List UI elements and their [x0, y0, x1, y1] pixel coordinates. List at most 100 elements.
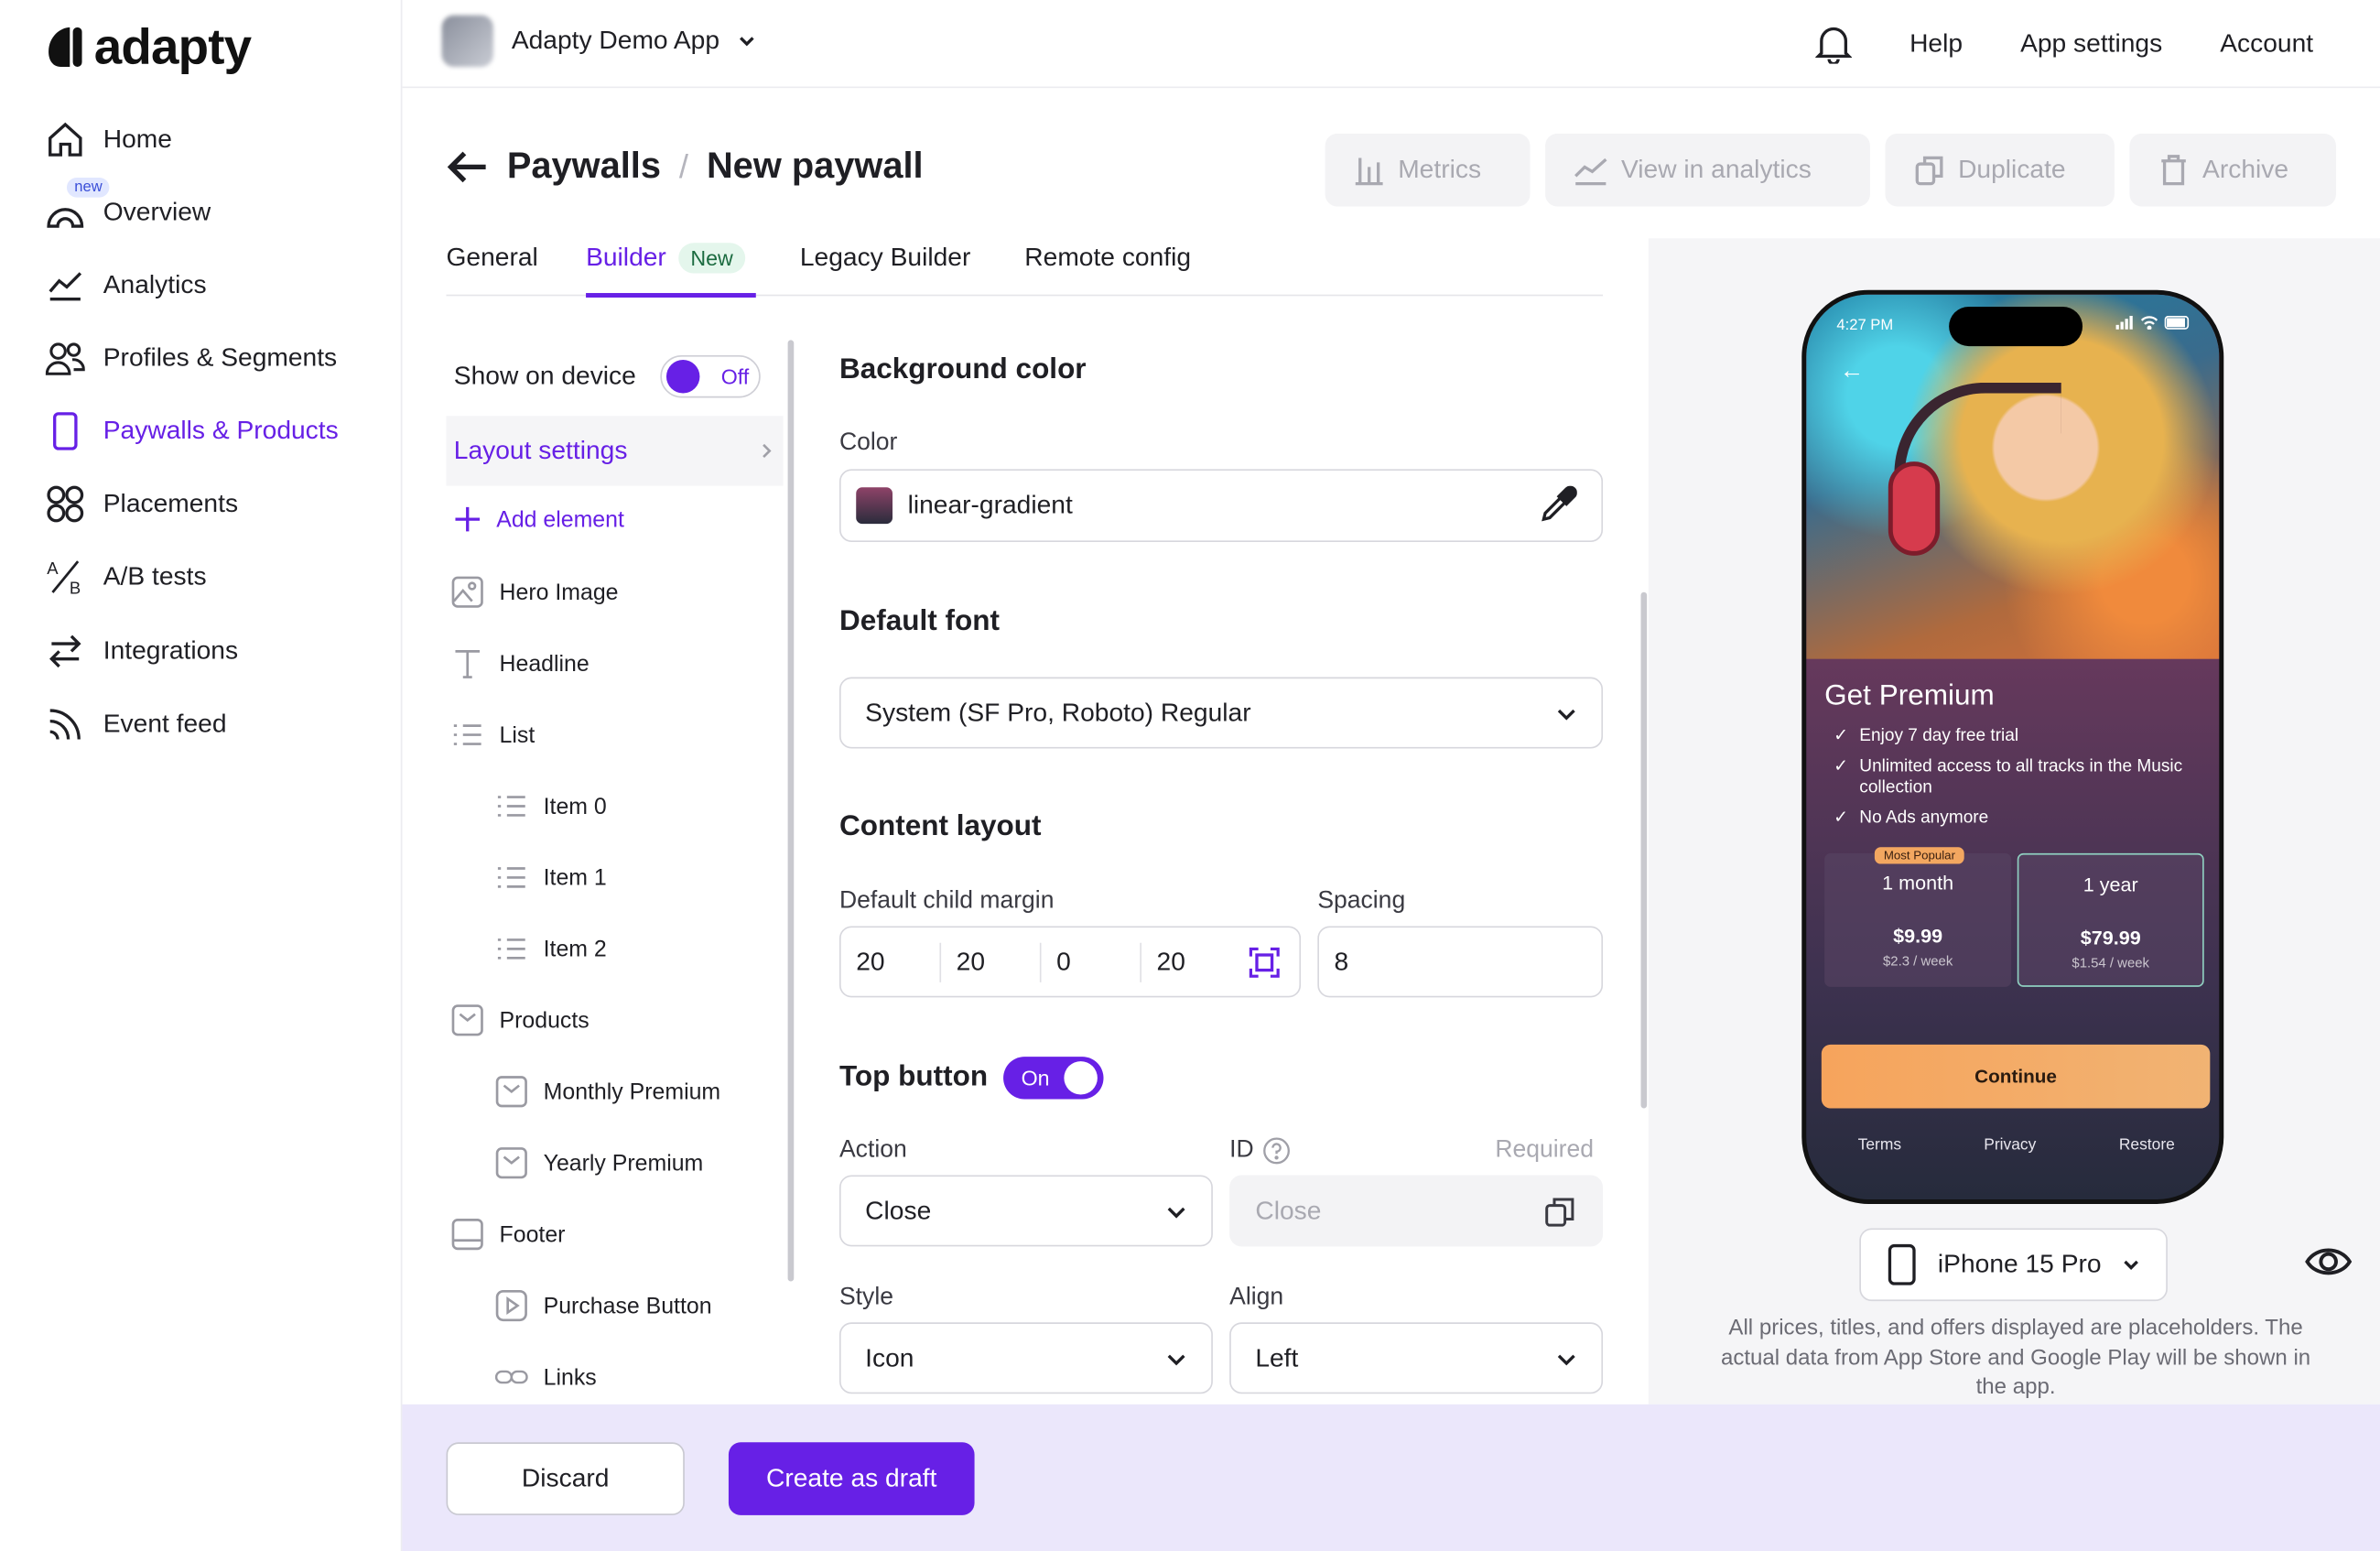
page-title: New paywall [706, 146, 924, 187]
product-price: $9.99 [1893, 924, 1943, 948]
margin-top-input[interactable]: 20 [841, 927, 884, 997]
id-label-row: ID [1229, 1137, 1290, 1165]
sidebar-item-label: Home [103, 124, 172, 154]
settings-scrollbar[interactable] [1640, 591, 1648, 1109]
sidebar-item-placements[interactable]: Placements [46, 473, 238, 534]
device-select[interactable]: iPhone 15 Pro [1859, 1228, 2168, 1302]
preview-back-icon[interactable]: ← [1840, 358, 1865, 385]
margin-left-input[interactable]: 20 [1141, 927, 1185, 997]
tree-item-hero-image[interactable]: Hero Image [450, 575, 619, 608]
tree-item-label: Footer [499, 1221, 566, 1248]
top-links: Help App settings Account [1815, 0, 2313, 88]
sidebar-item-label: Paywalls & Products [103, 416, 339, 445]
add-element-button[interactable]: Add element [454, 505, 624, 533]
view-in-analytics-button[interactable]: View in analytics [1545, 133, 1870, 207]
add-element-label: Add element [496, 506, 624, 533]
style-label: Style [838, 1284, 893, 1311]
sidebar-item-paywalls[interactable]: Paywalls & Products [46, 401, 339, 461]
tree-item-monthly-premium[interactable]: Monthly Premium [495, 1075, 720, 1108]
tree-item-list[interactable]: List [450, 718, 535, 751]
create-as-draft-button[interactable]: Create as draft [728, 1442, 975, 1515]
products-icon [450, 1003, 483, 1036]
tree-item-purchase-button[interactable]: Purchase Button [495, 1289, 712, 1322]
sidebar-item-analytics[interactable]: Analytics [46, 255, 207, 316]
breadcrumb-root[interactable]: Paywalls [507, 146, 661, 188]
footer-icon [450, 1218, 483, 1251]
phone-icon [46, 411, 85, 450]
sidebar-item-event-feed[interactable]: Event feed [46, 694, 227, 754]
tab-remote-config[interactable]: Remote config [1024, 243, 1191, 273]
show-on-device-toggle[interactable]: Off [660, 355, 761, 398]
tree-item-headline[interactable]: Headline [450, 646, 590, 679]
sidebar-item-ab-tests[interactable]: AB A/B tests [46, 547, 206, 607]
bell-icon[interactable] [1815, 25, 1853, 64]
app-selector[interactable]: Adapty Demo App [441, 15, 756, 67]
layout-settings-item[interactable]: Layout settings [446, 416, 784, 486]
tree-item-links[interactable]: Links [494, 1361, 597, 1394]
metrics-button[interactable]: Metrics [1325, 133, 1531, 207]
spacing-input[interactable]: 8 [1317, 926, 1604, 998]
continue-button[interactable]: Continue [1821, 1044, 2211, 1109]
id-input[interactable]: Close [1229, 1175, 1604, 1247]
play-icon [495, 1289, 528, 1322]
margin-bottom-input[interactable]: 0 [1042, 927, 1071, 997]
tree-item-item-2[interactable]: Item 2 [495, 932, 607, 965]
product-card-monthly[interactable]: Most Popular 1 month $9.99 $2.3 / week [1824, 847, 2012, 987]
product-card-yearly[interactable]: 1 year $79.99 $1.54 / week [2017, 852, 2204, 987]
archive-button[interactable]: Archive [2129, 133, 2336, 207]
font-select[interactable]: System (SF Pro, Roboto) Regular [838, 677, 1604, 749]
action-value: Close [865, 1195, 932, 1225]
tree-item-item-0[interactable]: Item 0 [495, 789, 607, 822]
style-select[interactable]: Icon [838, 1322, 1213, 1394]
align-select[interactable]: Left [1229, 1322, 1604, 1394]
adapty-logo-icon [49, 27, 82, 67]
sidebar-item-home[interactable]: Home [46, 109, 172, 169]
chart-line-icon [1574, 157, 1607, 186]
tree-item-yearly-premium[interactable]: Yearly Premium [495, 1146, 703, 1179]
tree-scrollbar[interactable] [787, 340, 795, 1282]
tree-item-label: Item 2 [543, 936, 607, 962]
copy-icon[interactable] [1543, 1194, 1576, 1227]
top-button-toggle[interactable]: On [1002, 1057, 1104, 1100]
tree-item-footer[interactable]: Footer [450, 1218, 565, 1251]
account-link[interactable]: Account [2220, 29, 2313, 60]
logo[interactable]: adapty [46, 18, 252, 76]
top-button-row: Top button On [839, 1057, 1104, 1100]
sidebar-item-overview[interactable]: new Overview [46, 178, 211, 243]
chevron-down-icon [1167, 1206, 1185, 1218]
margin-frame-icon[interactable] [1249, 947, 1280, 978]
sidebar-item-profiles[interactable]: Profiles & Segments [45, 328, 337, 388]
sidebar-item-integrations[interactable]: Integrations [46, 621, 238, 681]
preview-feature: ✓ Enjoy 7 day free trial [1834, 726, 2213, 747]
tab-builder[interactable]: Builder New [586, 243, 746, 274]
duplicate-button[interactable]: Duplicate [1885, 133, 2115, 207]
ab-test-icon: AB [46, 558, 85, 598]
bars-icon [1355, 157, 1383, 186]
toggle-knob [666, 359, 700, 394]
tree-item-products[interactable]: Products [450, 1003, 590, 1036]
margin-right-input[interactable]: 20 [941, 927, 985, 997]
eyedropper-icon[interactable] [1538, 485, 1577, 526]
breadcrumb: Paywalls / New paywall [447, 146, 924, 188]
align-value: Left [1255, 1342, 1299, 1372]
layout-settings-label: Layout settings [453, 435, 628, 465]
privacy-link[interactable]: Privacy [1984, 1135, 2036, 1154]
tree-item-item-1[interactable]: Item 1 [495, 861, 607, 894]
check-icon: ✓ [1834, 757, 1849, 776]
new-badge: new [66, 178, 110, 198]
color-field[interactable]: linear-gradient [838, 469, 1604, 542]
action-select[interactable]: Close [838, 1175, 1213, 1247]
discard-button[interactable]: Discard [446, 1442, 685, 1515]
users-icon [45, 339, 85, 378]
home-icon [46, 120, 85, 159]
restore-link[interactable]: Restore [2119, 1135, 2175, 1154]
app-settings-link[interactable]: App settings [2020, 29, 2162, 60]
eye-icon[interactable] [2304, 1243, 2353, 1280]
help-link[interactable]: Help [1909, 29, 1963, 60]
terms-link[interactable]: Terms [1858, 1135, 1901, 1154]
tab-general[interactable]: General [447, 243, 538, 273]
preview-feature: ✓ Unlimited access to all tracks in the M… [1834, 756, 2213, 798]
back-arrow-icon[interactable] [447, 149, 489, 186]
help-circle-icon[interactable] [1263, 1137, 1291, 1165]
tab-legacy-builder[interactable]: Legacy Builder [800, 243, 970, 273]
